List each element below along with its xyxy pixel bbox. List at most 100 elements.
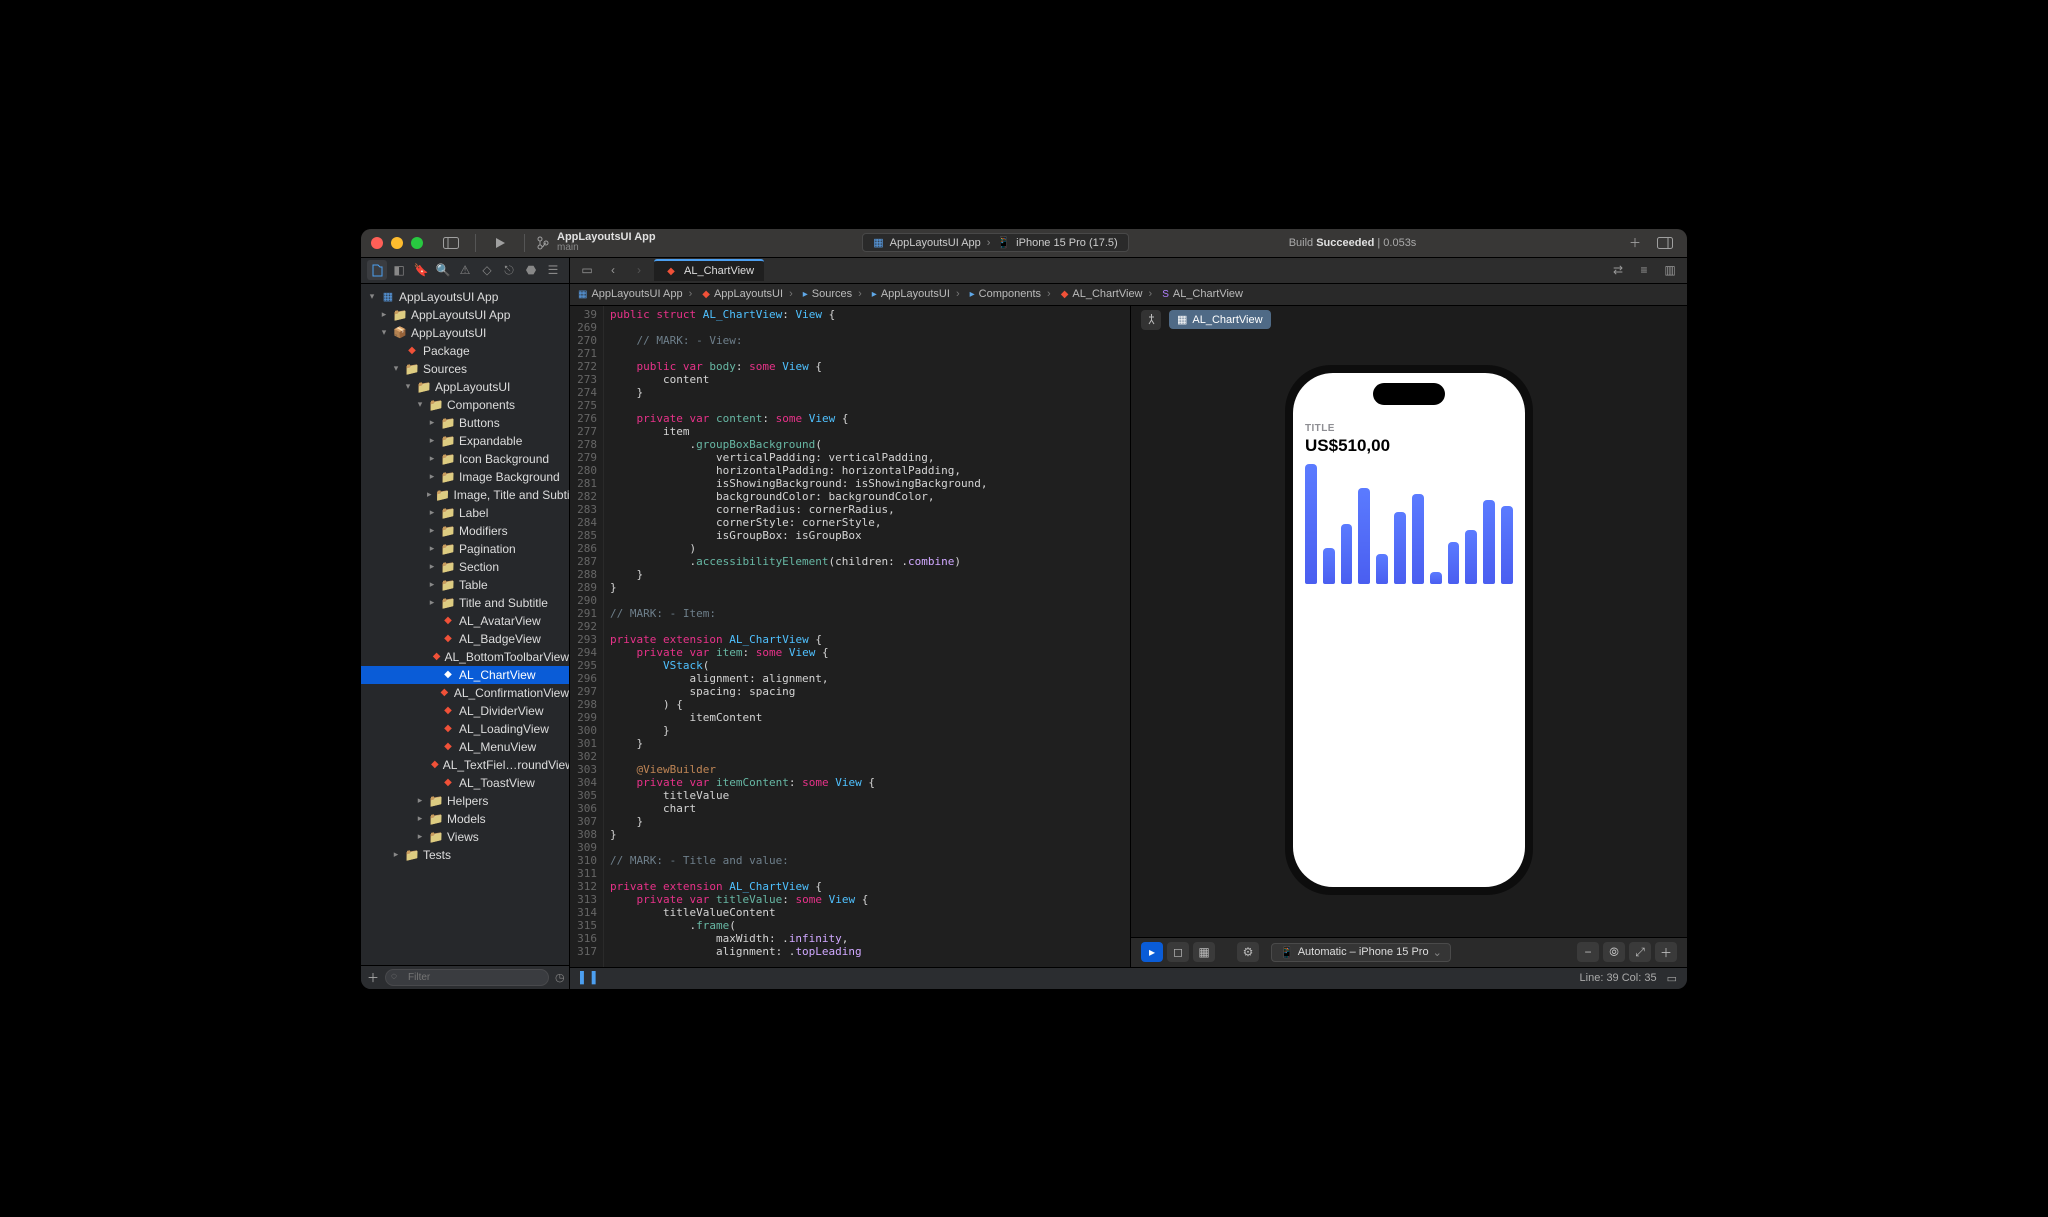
disclosure-icon[interactable]: ▸ [427,597,437,608]
debug-console-icon[interactable]: ▌▐ [580,972,596,984]
tree-row[interactable]: ▸Modifiers [361,522,569,540]
breakpoint-navigator-tab[interactable]: ⬣ [521,260,541,280]
tree-row[interactable]: ▸Section [361,558,569,576]
preview-device-selector[interactable]: 📱Automatic – iPhone 15 Pro⌄ [1271,943,1451,962]
disclosure-icon[interactable]: ▾ [391,363,401,374]
report-navigator-tab[interactable]: ☰ [543,260,563,280]
tree-row[interactable]: ▸Image Background [361,468,569,486]
tree-row[interactable]: ▾AppLayoutsUI [361,378,569,396]
toggle-debug-area-icon[interactable]: ▭ [1667,972,1677,985]
tree-row[interactable]: AL_AvatarView [361,612,569,630]
jump-bar[interactable]: ▦AppLayoutsUI App◆AppLayoutsUI▸Sources▸A… [570,284,1687,306]
live-preview-button[interactable]: ▸ [1141,942,1163,962]
disclosure-icon[interactable]: ▸ [427,471,437,482]
recent-filter-icon[interactable]: ◷ [555,971,565,984]
tree-row[interactable]: ▸Buttons [361,414,569,432]
issue-navigator-tab[interactable]: ⚠ [455,260,475,280]
tree-row[interactable]: ▾AppLayoutsUI [361,324,569,342]
disclosure-icon[interactable]: ▸ [427,417,437,428]
find-navigator-tab[interactable]: 🔍 [433,260,453,280]
disclosure-icon[interactable]: ▸ [427,579,437,590]
tree-row[interactable]: ▸Pagination [361,540,569,558]
tree-row[interactable]: ▾AppLayoutsUI App [361,288,569,306]
tree-row[interactable]: AL_LoadingView [361,720,569,738]
zoom-window-button[interactable] [411,237,423,249]
tree-row[interactable]: AL_BottomToolbarView [361,648,569,666]
adjust-editor-button[interactable]: ≡ [1633,260,1655,280]
tree-row[interactable]: ▸Table [361,576,569,594]
disclosure-icon[interactable]: ▾ [403,381,413,392]
tree-row[interactable]: ▸Tests [361,846,569,864]
tree-row[interactable]: Package [361,342,569,360]
device-screen[interactable]: TITLE US$510,00 [1293,373,1525,887]
disclosure-icon[interactable]: ▸ [427,507,437,518]
related-items-button[interactable]: ▭ [576,260,598,280]
tree-row[interactable]: ▸Models [361,810,569,828]
bookmark-navigator-tab[interactable]: 🔖 [411,260,431,280]
disclosure-icon[interactable]: ▸ [391,849,401,860]
project-tree[interactable]: ▾AppLayoutsUI App▸AppLayoutsUI App▾AppLa… [361,284,569,965]
disclosure-icon[interactable]: ▸ [427,435,437,446]
zoom-out-button[interactable]: − [1577,942,1599,962]
tree-row[interactable]: AL_TextFiel…roundView [361,756,569,774]
nav-back-button[interactable]: ‹ [602,260,624,280]
zoom-in-button[interactable]: ＋ [1655,942,1677,962]
variants-button[interactable]: ▦ [1193,942,1215,962]
disclosure-icon[interactable]: ▸ [379,309,389,320]
disclosure-icon[interactable]: ▸ [427,525,437,536]
tree-row[interactable]: AL_ToastView [361,774,569,792]
breadcrumb-item[interactable]: ▸AppLayoutsUI [852,288,950,300]
tree-row[interactable]: ▸Label [361,504,569,522]
tree-row[interactable]: AL_DividerView [361,702,569,720]
disclosure-icon[interactable]: ▸ [415,813,425,824]
disclosure-icon[interactable]: ▾ [367,291,377,302]
tree-row[interactable]: ▸Image, Title and Subtitle [361,486,569,504]
device-settings-button[interactable]: ⚙ [1237,942,1259,962]
nav-forward-button[interactable]: › [628,260,650,280]
library-button[interactable] [1653,232,1677,254]
minimize-window-button[interactable] [391,237,403,249]
add-button[interactable]: ＋ [1623,232,1647,254]
tree-row[interactable]: ▸Helpers [361,792,569,810]
filter-input[interactable] [385,969,549,986]
tree-row[interactable]: ▾Components [361,396,569,414]
tree-row[interactable]: AL_BadgeView [361,630,569,648]
breadcrumb-item[interactable]: ◆AL_ChartView [1041,288,1143,300]
tree-row[interactable]: AL_ConfirmationView [361,684,569,702]
tree-row[interactable]: ▾Sources [361,360,569,378]
tree-row[interactable]: AL_MenuView [361,738,569,756]
disclosure-icon[interactable]: ▸ [415,795,425,806]
tree-row[interactable]: ▸Views [361,828,569,846]
source-control-navigator-tab[interactable]: ◧ [389,260,409,280]
disclosure-icon[interactable]: ▸ [427,489,432,500]
breadcrumb-item[interactable]: ◆AppLayoutsUI [683,288,783,300]
editor-tab[interactable]: AL_ChartView [654,259,764,281]
tree-row[interactable]: ▸AppLayoutsUI App [361,306,569,324]
tree-row[interactable]: AL_ChartView [361,666,569,684]
scheme-branch[interactable]: AppLayoutsUI App main [537,232,656,253]
debug-navigator-tab[interactable]: ⎋ [499,260,519,280]
disclosure-icon[interactable]: ▸ [427,561,437,572]
project-navigator-tab[interactable] [367,260,387,280]
source-editor[interactable]: 39 269 270 271 272 273 274 275 276 277 2… [570,306,1130,967]
filter-scope-icon[interactable]: ◌ [391,971,397,982]
disclosure-icon[interactable]: ▸ [415,831,425,842]
tree-row[interactable]: ▸Expandable [361,432,569,450]
add-editor-button[interactable]: ▥ [1659,260,1681,280]
selectable-preview-button[interactable]: ◻ [1167,942,1189,962]
disclosure-icon[interactable]: ▸ [427,543,437,554]
zoom-actual-button[interactable]: ⦾ [1603,942,1625,962]
test-navigator-tab[interactable]: ◇ [477,260,497,280]
add-file-button[interactable]: ＋ [367,969,379,986]
tree-row[interactable]: ▸Icon Background [361,450,569,468]
code-content[interactable]: public struct AL_ChartView: View { // MA… [604,306,1130,967]
disclosure-icon[interactable]: ▾ [379,327,389,338]
breadcrumb-item[interactable]: SAL_ChartView [1143,288,1243,300]
breadcrumb-item[interactable]: ▦AppLayoutsUI App [578,288,683,300]
disclosure-icon[interactable]: ▸ [427,453,437,464]
breadcrumb-item[interactable]: ▸Sources [783,288,852,300]
toggle-navigator-icon[interactable] [439,232,463,254]
close-window-button[interactable] [371,237,383,249]
run-button[interactable] [488,232,512,254]
breadcrumb-item[interactable]: ▸Components [950,288,1041,300]
